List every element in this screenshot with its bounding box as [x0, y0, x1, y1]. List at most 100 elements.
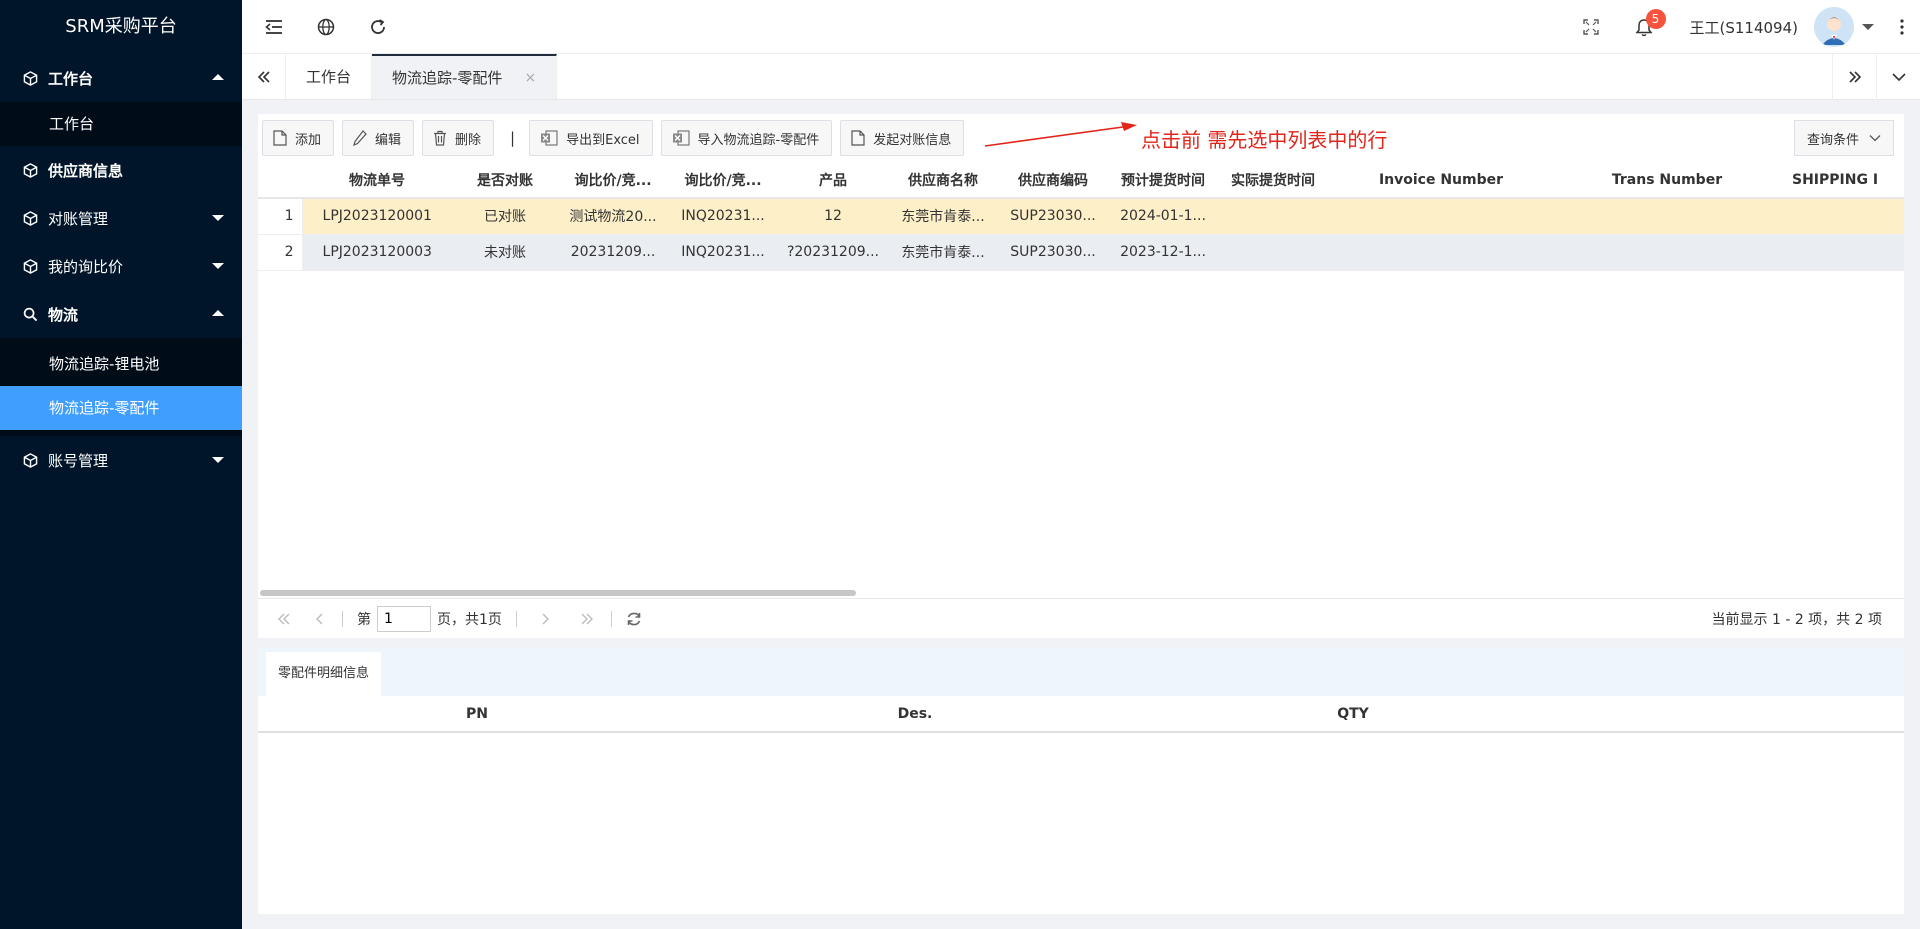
table-header-row: PN Des. QTY	[258, 696, 1904, 733]
next-page-button[interactable]	[527, 612, 563, 626]
table-cell: LPJ2023120001	[302, 198, 452, 235]
reconcile-label: 发起对账信息	[873, 132, 952, 148]
notification-badge: 5	[1645, 9, 1666, 29]
pager-divider	[610, 610, 612, 627]
refresh-button[interactable]	[352, 0, 404, 54]
cube-icon	[22, 162, 38, 178]
column-header[interactable]: Des.	[696, 696, 1134, 733]
reconcile-button[interactable]: 发起对账信息	[840, 120, 965, 156]
pencil-icon	[353, 130, 367, 146]
table-cell	[1554, 198, 1780, 235]
annotation-text: 点击前 需先选中列表中的行	[1141, 128, 1388, 152]
chevron-right-icon	[542, 613, 549, 624]
sidebar-item-supplier-info[interactable]: 供应商信息	[0, 146, 242, 194]
delete-button[interactable]: 删除	[422, 120, 495, 156]
tabs-scroll-left-button[interactable]	[242, 54, 286, 99]
cube-icon	[22, 210, 38, 226]
sidebar-subitem-lithium-tracking[interactable]: 物流追踪-锂电池	[0, 342, 242, 386]
sidebar-item-logistics[interactable]: 物流	[0, 290, 242, 338]
sidebar-item-label: 对账管理	[48, 209, 109, 228]
chevron-up-icon	[212, 310, 224, 316]
prev-page-button[interactable]	[302, 612, 338, 626]
column-header[interactable]: 物流单号	[302, 162, 452, 199]
tab-parts-tracking[interactable]: 物流追踪-零配件 ×	[372, 54, 558, 99]
column-header[interactable]: 询比价/竞...	[668, 162, 778, 199]
first-page-button[interactable]	[266, 612, 302, 626]
column-header[interactable]: 询比价/竞...	[558, 162, 668, 199]
table-cell	[1554, 234, 1780, 271]
sidebar-item-label: 我的询比价	[48, 257, 124, 276]
chevron-up-icon	[212, 74, 224, 80]
tab-workbench[interactable]: 工作台	[286, 54, 373, 99]
close-icon[interactable]: ×	[524, 70, 536, 86]
sidebar-item-workbench[interactable]: 工作台	[0, 54, 242, 102]
import-button[interactable]: 导入物流追踪-零配件	[660, 120, 833, 156]
tabs-menu-button[interactable]	[1876, 54, 1920, 100]
more-vertical-icon	[1900, 19, 1904, 35]
column-header[interactable]: Trans Number	[1554, 162, 1780, 199]
chevron-down-icon	[212, 263, 224, 269]
notifications-button[interactable]: 5	[1616, 0, 1672, 54]
sidebar-subitem-workbench[interactable]: 工作台	[0, 102, 242, 146]
table-cell	[1218, 234, 1328, 271]
table-cell: INQ20231...	[668, 234, 778, 271]
annotation-arrow	[984, 122, 1137, 147]
sidebar-item-my-inquiry[interactable]: 我的询比价	[0, 242, 242, 290]
table-cell: 2023-12-1...	[1108, 234, 1218, 271]
query-label: 查询条件	[1806, 132, 1859, 148]
table-cell: SUP23030...	[998, 198, 1108, 235]
refresh-icon	[627, 612, 641, 625]
chevron-down-icon	[1869, 131, 1881, 146]
column-header[interactable]: Invoice Number	[1328, 162, 1554, 199]
table-row[interactable]: 2 LPJ2023120003 未对账 20231209... INQ20231…	[258, 234, 1904, 271]
column-header[interactable]: QTY	[1134, 696, 1572, 733]
sidebar-item-account[interactable]: 账号管理	[0, 436, 242, 484]
column-header[interactable]: 预计提货时间	[1108, 162, 1218, 199]
horizontal-scrollbar[interactable]	[260, 590, 856, 596]
cube-icon	[22, 70, 38, 86]
export-excel-button[interactable]: 导出到Excel	[529, 120, 653, 156]
page-number-input[interactable]	[377, 605, 431, 632]
column-header[interactable]: PN	[258, 696, 696, 733]
double-chevron-right-icon	[581, 613, 593, 624]
pagination-info: 当前显示 1 - 2 项，共 2 项	[1711, 611, 1882, 628]
edit-button[interactable]: 编辑	[342, 120, 415, 156]
sidebar-subitem-parts-tracking[interactable]: 物流追踪-零配件	[0, 386, 242, 430]
add-label: 添加	[295, 132, 322, 148]
table-cell: SUP23030...	[998, 234, 1108, 271]
chevron-down-icon[interactable]	[1862, 24, 1874, 30]
language-button[interactable]	[300, 0, 352, 54]
menu-fold-icon	[265, 19, 282, 34]
column-header[interactable]: 实际提货时间	[1218, 162, 1328, 199]
column-header[interactable]: SHIPPING I	[1780, 162, 1904, 199]
tabs-scroll-right-button[interactable]	[1832, 54, 1876, 100]
column-header[interactable]: 产品	[778, 162, 888, 199]
cube-icon	[22, 452, 38, 468]
tab-parts-detail[interactable]: 零配件明细信息	[266, 652, 382, 696]
sidebar-item-reconciliation[interactable]: 对账管理	[0, 194, 242, 242]
table-cell: INQ20231...	[668, 198, 778, 235]
export-excel-label: 导出到Excel	[566, 132, 640, 148]
user-name[interactable]: 王工(S114094)	[1690, 17, 1799, 38]
page-label: 第	[357, 611, 371, 628]
user-avatar-icon	[1814, 7, 1854, 47]
collapse-menu-button[interactable]	[248, 0, 300, 54]
column-header[interactable]: 是否对账	[452, 162, 558, 199]
last-page-button[interactable]	[569, 612, 605, 626]
excel-icon	[540, 130, 558, 146]
page-total: 页，共1页	[437, 611, 502, 628]
more-button[interactable]	[1884, 0, 1920, 54]
avatar[interactable]	[1814, 7, 1854, 47]
fullscreen-button[interactable]	[1566, 0, 1616, 54]
column-header[interactable]: 供应商编码	[998, 162, 1108, 199]
sidebar: SRM采购平台 工作台 工作台 供应商信息 对账管理 我的询比价 物流 物流追踪…	[0, 0, 242, 929]
sidebar-item-label: 物流	[48, 305, 79, 324]
add-button[interactable]: 添加	[262, 120, 335, 156]
chevron-left-icon	[316, 613, 323, 624]
reload-button[interactable]	[616, 611, 652, 627]
table-cell	[1328, 198, 1554, 235]
table-row[interactable]: 1 LPJ2023120001 已对账 测试物流20... INQ20231..…	[258, 198, 1904, 235]
table-cell: 未对账	[452, 234, 558, 271]
column-header[interactable]: 供应商名称	[888, 162, 998, 199]
query-conditions-button[interactable]: 查询条件	[1793, 120, 1894, 156]
